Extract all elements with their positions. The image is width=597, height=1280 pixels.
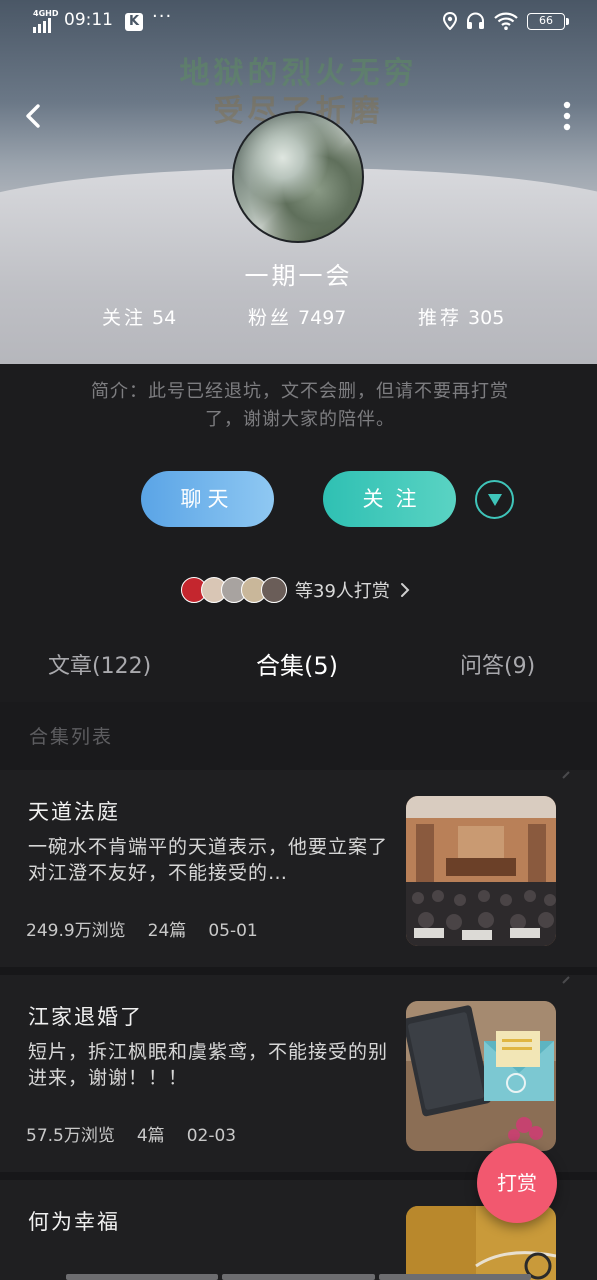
fans-stat[interactable]: 粉丝 7497 (248, 303, 346, 330)
collection-count: 4篇 (136, 1126, 165, 1146)
following-count: 54 (152, 307, 177, 329)
recommend-stat[interactable]: 推荐 305 (418, 303, 504, 330)
following-stat[interactable]: 关注 54 (102, 303, 176, 330)
collection-meta: 57.5万浏览 4篇 02-03 (26, 1121, 258, 1146)
reward-count-text: 等39人打赏 (295, 581, 390, 602)
more-notifications-icon: ··· (152, 6, 173, 27)
recommend-count: 305 (468, 307, 505, 329)
collection-item[interactable]: 天道法庭 一碗水不肯端平的天道表示，他要立案了 对江澄不友好，不能接受的… 24… (0, 770, 597, 975)
app-notification-icon: K (125, 13, 143, 31)
profile-stats: 关注 54 粉丝 7497 推荐 305 (0, 303, 597, 333)
collection-views: 249.9万浏览 (26, 921, 126, 941)
tab-collections[interactable]: 合集(5) (256, 646, 338, 681)
collection-date: 02-03 (186, 1126, 237, 1146)
collection-title: 何为幸福 (28, 1210, 120, 1234)
fans-count: 7497 (298, 307, 347, 329)
section-label: 合集列表 (29, 726, 114, 748)
location-icon (443, 12, 457, 30)
collection-count: 24篇 (147, 921, 187, 941)
collection-meta: 249.9万浏览 24篇 05-01 (26, 916, 280, 941)
collection-thumbnail (406, 1001, 556, 1151)
profile-bio: 简介：此号已经退坑，文不会删，但请不要再打赏 了，谢谢大家的陪伴。 (40, 378, 560, 434)
corner-mark-icon (562, 771, 570, 779)
status-bar: 4GHD 09:11 K ··· 66 (0, 0, 597, 44)
navigation-bar (66, 1274, 531, 1280)
following-label: 关注 (102, 307, 147, 329)
divider (0, 967, 597, 975)
chat-button[interactable]: 聊天 (141, 471, 274, 527)
corner-mark-icon (562, 976, 570, 984)
recommend-label: 推荐 (418, 307, 463, 329)
nickname: 一期一会 (244, 262, 353, 290)
clock: 09:11 (64, 10, 113, 30)
battery-icon: 66 (527, 12, 569, 30)
collection-thumbnail (406, 796, 556, 946)
reward-avatar (261, 577, 287, 603)
headset-icon (467, 12, 484, 29)
signal-icon: 4GHD (33, 9, 58, 33)
collection-title: 江家退婚了 (28, 1005, 143, 1029)
content-tabs: 文章(122) 合集(5) 问答(9) (0, 648, 597, 698)
reward-summary[interactable]: 等39人打赏 (181, 574, 410, 606)
collection-desc: 一碗水不肯端平的天道表示，他要立案了 对江澄不友好，不能接受的… (28, 836, 389, 884)
collection-title: 天道法庭 (28, 800, 120, 824)
fans-label: 粉丝 (248, 307, 293, 329)
collection-date: 05-01 (208, 921, 258, 941)
chevron-left-icon (26, 104, 40, 128)
bio-line: 简介：此号已经退坑，文不会删，但请不要再打赏 (91, 381, 509, 402)
wifi-icon (494, 12, 518, 30)
profile-header: 地狱的烈火无穷 受尽了折磨 4GHD 09:11 K ··· (0, 0, 597, 364)
chevron-right-icon (400, 583, 410, 597)
profile-page: 地狱的烈火无穷 受尽了折磨 4GHD 09:11 K ··· (0, 0, 597, 1280)
reward-fab-button[interactable]: 打赏 (477, 1143, 557, 1223)
tab-qa[interactable]: 问答(9) (460, 648, 535, 680)
back-button[interactable] (18, 100, 50, 132)
more-options-button[interactable] (559, 100, 575, 134)
collection-views: 57.5万浏览 (26, 1126, 115, 1146)
triangle-down-icon (488, 494, 502, 506)
follow-button[interactable]: 关注 (323, 471, 456, 527)
bio-line: 了，谢谢大家的陪伴。 (205, 409, 395, 430)
vertical-dots-icon (563, 101, 571, 131)
collection-desc: 短片，拆江枫眠和虞紫鸢，不能接受的别进来，谢谢！！！ (28, 1041, 389, 1089)
tab-articles[interactable]: 文章(122) (48, 648, 151, 680)
follow-dropdown-button[interactable] (475, 480, 514, 519)
profile-avatar[interactable] (232, 111, 364, 243)
